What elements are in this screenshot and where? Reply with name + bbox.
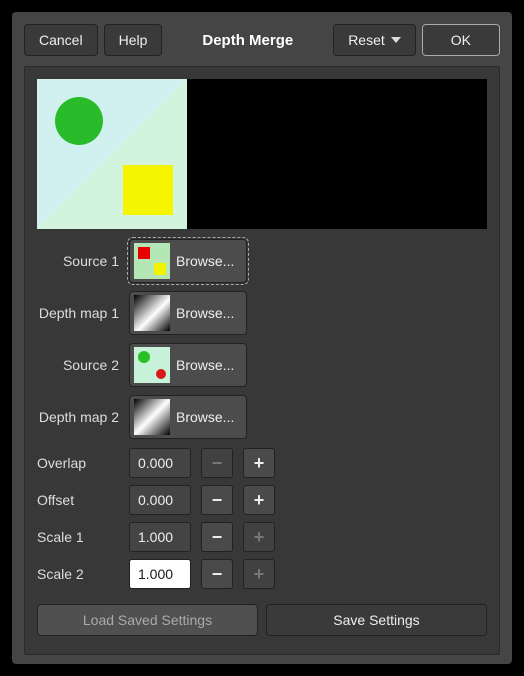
input-overlap[interactable]: 0.000	[129, 448, 191, 478]
dialog-titlebar: Cancel Help Depth Merge Reset OK	[24, 24, 500, 56]
browse-source1[interactable]: Browse...	[129, 239, 247, 283]
dialog-window: Cancel Help Depth Merge Reset OK Source …	[12, 12, 512, 664]
reset-button-label: Reset	[348, 32, 385, 48]
dialog-body: Source 1 Browse... Depth map 1 Browse...…	[24, 66, 500, 655]
overlap-decrement[interactable]: −	[201, 448, 233, 478]
browse-depth1[interactable]: Browse...	[129, 291, 247, 335]
label-depth2: Depth map 2	[37, 409, 119, 425]
offset-decrement[interactable]: −	[201, 485, 233, 515]
row-scale2: Scale 2 1.000 − +	[37, 558, 487, 590]
scale2-decrement[interactable]: −	[201, 559, 233, 589]
scale1-increment[interactable]: +	[243, 522, 275, 552]
scale1-decrement[interactable]: −	[201, 522, 233, 552]
help-button[interactable]: Help	[104, 24, 163, 56]
input-scale2[interactable]: 1.000	[129, 559, 191, 589]
preview-square	[123, 165, 173, 215]
cancel-button[interactable]: Cancel	[24, 24, 98, 56]
label-source2: Source 2	[37, 357, 119, 373]
thumb-source2-icon	[134, 347, 170, 383]
thumb-depth1-icon	[134, 295, 170, 331]
preview-image	[37, 79, 187, 229]
save-settings-button[interactable]: Save Settings	[266, 604, 487, 636]
preview-circle	[55, 97, 103, 145]
load-settings-button[interactable]: Load Saved Settings	[37, 604, 258, 636]
thumb-source1-icon	[134, 243, 170, 279]
dialog-title: Depth Merge	[168, 32, 327, 49]
row-source2: Source 2 Browse...	[37, 343, 487, 387]
row-source1: Source 1 Browse...	[37, 239, 487, 283]
reset-button[interactable]: Reset	[333, 24, 416, 56]
overlap-increment[interactable]: +	[243, 448, 275, 478]
input-scale1[interactable]: 1.000	[129, 522, 191, 552]
label-offset: Offset	[37, 492, 119, 508]
label-overlap: Overlap	[37, 455, 119, 471]
browse-source1-label: Browse...	[176, 253, 234, 269]
thumb-depth2-icon	[134, 399, 170, 435]
ok-button[interactable]: OK	[422, 24, 500, 56]
label-source1: Source 1	[37, 253, 119, 269]
browse-source2[interactable]: Browse...	[129, 343, 247, 387]
dialog-footer: Load Saved Settings Save Settings	[37, 604, 487, 636]
label-scale1: Scale 1	[37, 529, 119, 545]
label-scale2: Scale 2	[37, 566, 119, 582]
chevron-down-icon	[391, 37, 401, 43]
row-depth1: Depth map 1 Browse...	[37, 291, 487, 335]
label-depth1: Depth map 1	[37, 305, 119, 321]
row-overlap: Overlap 0.000 − +	[37, 447, 487, 479]
preview-area	[37, 79, 487, 229]
browse-depth1-label: Browse...	[176, 305, 234, 321]
row-depth2: Depth map 2 Browse...	[37, 395, 487, 439]
row-offset: Offset 0.000 − +	[37, 484, 487, 516]
scale2-increment[interactable]: +	[243, 559, 275, 589]
input-offset[interactable]: 0.000	[129, 485, 191, 515]
offset-increment[interactable]: +	[243, 485, 275, 515]
browse-depth2[interactable]: Browse...	[129, 395, 247, 439]
row-scale1: Scale 1 1.000 − +	[37, 521, 487, 553]
browse-depth2-label: Browse...	[176, 409, 234, 425]
browse-source2-label: Browse...	[176, 357, 234, 373]
